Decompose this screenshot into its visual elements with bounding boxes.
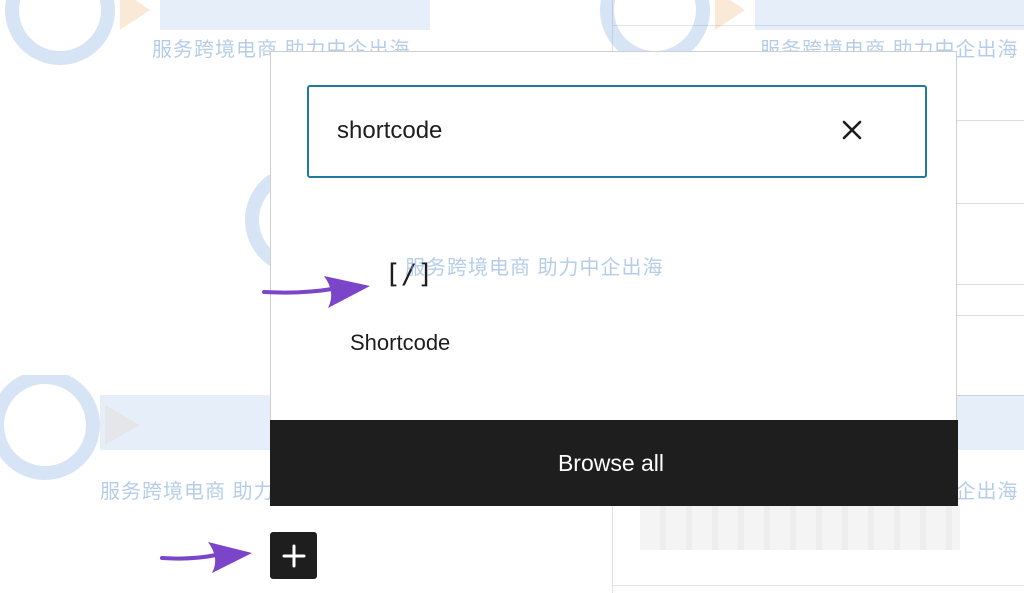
blurred-content [640, 506, 960, 550]
background-divider [955, 203, 1024, 204]
plus-icon [282, 544, 305, 567]
clear-search-button[interactable] [837, 115, 867, 145]
shortcode-icon: [/] [384, 258, 434, 290]
annotation-arrow-icon [160, 542, 252, 573]
background-divider [612, 585, 1024, 586]
background-divider [955, 395, 1024, 396]
block-result-label: Shortcode [350, 330, 451, 355]
add-block-button[interactable] [270, 532, 317, 579]
annotation-arrow-icon [262, 276, 370, 308]
background-divider [612, 25, 1024, 26]
block-search-box [307, 85, 927, 178]
background-divider [955, 120, 1024, 121]
background-divider [955, 284, 1024, 285]
editor-canvas: 服务跨境电商 助力中企出海 服务跨境电商 助力中企出海 [/] Shortcod… [0, 0, 1024, 593]
block-search-input[interactable] [337, 113, 807, 149]
browse-all-button[interactable]: Browse all [270, 420, 958, 506]
close-icon [842, 120, 862, 140]
background-divider [955, 315, 1024, 316]
